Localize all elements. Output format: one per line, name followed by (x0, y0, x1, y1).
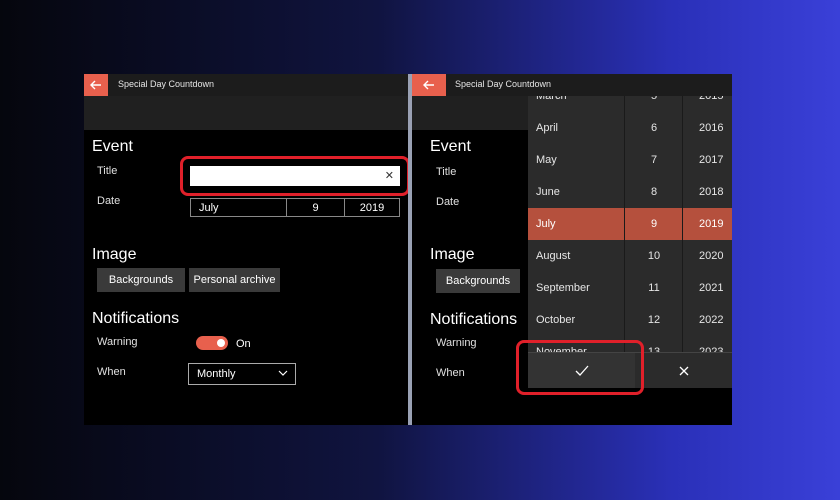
picker-month-item[interactable]: September (528, 272, 624, 304)
picker-day-item[interactable]: 6 (625, 112, 683, 144)
section-image-heading: Image (430, 246, 475, 263)
back-arrow-icon (423, 80, 434, 90)
close-icon (679, 366, 688, 375)
month-column[interactable]: March April May June July August September Octo… (528, 96, 624, 352)
when-label: When (97, 366, 126, 378)
picker-day-item[interactable]: 5 (625, 96, 683, 112)
day-column[interactable]: 5 6 7 8 9 10 11 12 13 (624, 96, 683, 352)
picker-day-item[interactable]: 9 (625, 208, 683, 240)
toggle-knob (217, 339, 225, 347)
picker-year-item[interactable]: 2023 (683, 336, 732, 352)
picker-month-item[interactable]: July (528, 208, 624, 240)
back-arrow-icon (90, 80, 101, 90)
picker-year-item[interactable]: 2020 (683, 240, 732, 272)
title-label: Title (436, 166, 457, 178)
title-bar: Special Day Countdown (412, 74, 732, 96)
section-event-heading: Event (430, 138, 471, 155)
picker-month-item[interactable]: April (528, 112, 624, 144)
picker-day-item[interactable]: 10 (625, 240, 683, 272)
picker-month-item[interactable]: May (528, 144, 624, 176)
settings-panel-left: Special Day Countdown Event Title ✕ Date… (84, 74, 408, 425)
date-day[interactable]: 9 (287, 199, 345, 216)
section-notifications-heading: Notifications (92, 310, 180, 327)
date-label: Date (436, 196, 460, 208)
when-selected: Monthly (197, 368, 236, 380)
app-title: Special Day Countdown (455, 79, 552, 89)
title-bar: Special Day Countdown (84, 74, 408, 96)
chevron-down-icon (278, 370, 288, 376)
settings-panel-right: Special Day Countdown Event Title Date I… (412, 74, 732, 425)
date-picker-flyout[interactable]: March April May June July August September Octo… (528, 96, 732, 352)
warning-label: Warning (97, 336, 138, 348)
picker-day-item[interactable]: 11 (625, 272, 683, 304)
date-picker[interactable]: July 9 2019 (190, 198, 400, 217)
picker-year-item[interactable]: 2015 (683, 96, 732, 112)
accept-button-highlight (516, 340, 644, 395)
warning-toggle[interactable] (196, 336, 228, 350)
picker-day-item[interactable]: 12 (625, 304, 683, 336)
picker-month-item[interactable]: October (528, 304, 624, 336)
warning-label: Warning (436, 337, 477, 349)
back-button[interactable] (412, 74, 446, 96)
when-combobox[interactable]: Monthly (188, 363, 296, 385)
date-month[interactable]: July (191, 199, 287, 216)
picker-year-item[interactable]: 2022 (683, 304, 732, 336)
picker-month-item[interactable]: March (528, 96, 624, 112)
picker-year-item[interactable]: 2017 (683, 144, 732, 176)
picker-day-item[interactable]: 7 (625, 144, 683, 176)
title-label: Title (97, 165, 118, 177)
when-label: When (436, 367, 465, 379)
date-label: Date (97, 195, 121, 207)
picker-month-item[interactable]: August (528, 240, 624, 272)
cancel-button[interactable] (635, 353, 732, 388)
command-bar (84, 96, 408, 130)
title-input-highlight (180, 156, 408, 196)
picker-year-item[interactable]: 2018 (683, 176, 732, 208)
picker-month-item[interactable]: June (528, 176, 624, 208)
year-column[interactable]: 2015 2016 2017 2018 2019 2020 2021 2022 2023 (682, 96, 732, 352)
date-year[interactable]: 2019 (345, 199, 399, 216)
section-notifications-heading: Notifications (430, 311, 518, 328)
picker-year-item[interactable]: 2021 (683, 272, 732, 304)
app-title: Special Day Countdown (118, 79, 215, 89)
back-button[interactable] (84, 74, 108, 96)
picker-year-item[interactable]: 2016 (683, 112, 732, 144)
section-image-heading: Image (92, 246, 137, 263)
backgrounds-button[interactable]: Backgrounds (97, 268, 185, 292)
picker-day-item[interactable]: 8 (625, 176, 683, 208)
backgrounds-button[interactable]: Backgrounds (436, 269, 520, 293)
personal-archive-button[interactable]: Personal archive (189, 268, 280, 292)
section-event-heading: Event (92, 138, 133, 155)
picker-year-item[interactable]: 2019 (683, 208, 732, 240)
warning-toggle-state: On (236, 338, 251, 350)
